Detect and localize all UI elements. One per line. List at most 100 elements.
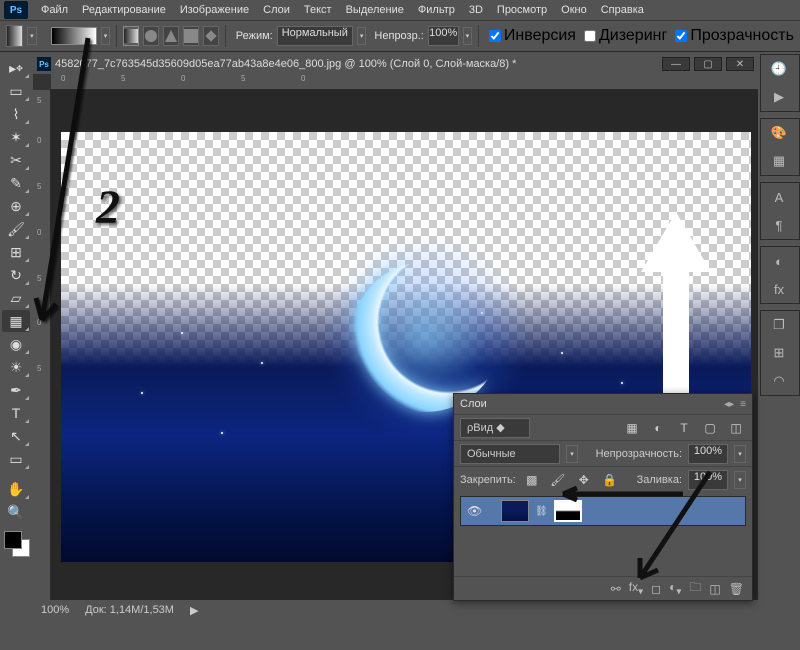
layer-opacity-input[interactable]: 100% (688, 444, 728, 464)
dock-channels-icon[interactable]: ⊞ (761, 339, 797, 367)
gradient-radial-button[interactable] (143, 26, 159, 46)
fill-input[interactable]: 100% (688, 470, 728, 490)
menu-type[interactable]: Текст (297, 2, 339, 18)
zoom-value[interactable]: 100% (41, 604, 69, 616)
status-play-icon[interactable]: ▶ (190, 604, 198, 617)
tool-stamp[interactable]: ⊞ (2, 241, 30, 263)
gradient-reflected-button[interactable] (183, 26, 199, 46)
lock-transparency-icon[interactable]: ▩ (522, 470, 542, 490)
menu-view[interactable]: Просмотр (490, 2, 554, 18)
tool-zoom[interactable]: 🔍 (2, 501, 30, 523)
tool-shape[interactable]: ▭ (2, 448, 30, 470)
filter-shape-icon[interactable]: ▢ (700, 418, 720, 438)
transparency-check[interactable]: Прозрачность (675, 27, 794, 45)
dock-actions-icon[interactable]: ▶ (761, 83, 797, 111)
tool-move[interactable]: ▸✥ (2, 57, 30, 79)
menu-file[interactable]: Файл (34, 2, 75, 18)
dock-char-icon[interactable]: A (761, 183, 797, 211)
menu-filter[interactable]: Фильтр (411, 2, 462, 18)
menu-image[interactable]: Изображение (173, 2, 256, 18)
blend-mode-dd[interactable] (357, 27, 367, 45)
add-mask-icon[interactable]: ◻ (651, 582, 661, 596)
color-swatches[interactable] (0, 529, 33, 569)
gradient-preview[interactable] (51, 27, 97, 45)
opacity-dd[interactable] (463, 27, 473, 45)
lock-all-icon[interactable]: 🔒 (600, 470, 620, 490)
ruler-vertical[interactable]: 5050505 (33, 90, 51, 600)
new-group-icon[interactable]: 🗀 (689, 578, 701, 599)
tool-lasso[interactable]: ⌇ (2, 103, 30, 125)
tool-path[interactable]: ↖ (2, 425, 30, 447)
dock-adjust-icon[interactable]: ◐ (761, 247, 797, 275)
dock-layers-icon[interactable]: ❐ (761, 311, 797, 339)
tool-dodge[interactable]: ☀ (2, 356, 30, 378)
adjustment-layer-icon[interactable]: ◐▾ (669, 580, 681, 597)
menu-layer[interactable]: Слои (256, 2, 297, 18)
new-layer-icon[interactable]: ◫ (709, 582, 720, 596)
lock-pixels-icon[interactable]: 🖌 (548, 470, 568, 490)
tool-history-brush[interactable]: ↻ (2, 264, 30, 286)
tool-pen[interactable]: ✒ (2, 379, 30, 401)
menu-edit[interactable]: Редактирование (75, 2, 173, 18)
minimize-button[interactable]: — (662, 57, 690, 71)
visibility-icon[interactable]: 👁 (467, 504, 481, 518)
delete-layer-icon[interactable]: 🗑 (729, 582, 744, 596)
maximize-button[interactable]: ▢ (694, 57, 722, 71)
menu-select[interactable]: Выделение (339, 2, 411, 18)
tool-gradient[interactable]: ▦ (2, 310, 30, 332)
dither-check[interactable]: Дизеринг (584, 27, 667, 45)
mask-link-icon[interactable]: ⛓ (535, 506, 548, 517)
tool-preset-dd[interactable] (27, 27, 37, 45)
gradient-diamond-button[interactable] (203, 26, 219, 46)
dock-history-icon[interactable]: 🕘 (761, 55, 797, 83)
blend-mode-select[interactable]: Обычные (460, 444, 560, 464)
fill-dd[interactable] (734, 471, 746, 489)
tool-eyedropper[interactable]: ✎ (2, 172, 30, 194)
fg-color-swatch[interactable] (4, 531, 22, 549)
tool-type[interactable]: T (2, 402, 30, 424)
layer-fx-icon[interactable]: fx▾ (629, 580, 643, 597)
layer-filter-kind[interactable]: ρ Вид ◆ (460, 418, 530, 438)
layer-opacity-dd[interactable] (734, 445, 746, 463)
menu-3d[interactable]: 3D (462, 2, 490, 18)
tool-preset[interactable] (6, 25, 23, 47)
blend-mode-select[interactable]: Нормальный (277, 26, 353, 46)
opacity-input[interactable]: 100% (428, 26, 459, 46)
dock-paths-icon[interactable]: ◠ (761, 367, 797, 395)
lock-position-icon[interactable]: ✥ (574, 470, 594, 490)
layers-collapse-icon[interactable]: ◂▸ (724, 399, 734, 410)
filter-pixel-icon[interactable]: ▦ (622, 418, 642, 438)
tool-blur[interactable]: ◉ (2, 333, 30, 355)
document-titlebar[interactable]: Ps 4582077_7c763545d35609d05ea77ab43a8e4… (33, 54, 758, 74)
gradient-linear-button[interactable] (123, 26, 139, 46)
dock-swatches-icon[interactable]: ▦ (761, 147, 797, 175)
tool-eraser[interactable]: ▱ (2, 287, 30, 309)
menubar: Ps Файл Редактирование Изображение Слои … (0, 0, 800, 20)
layer-thumbnail[interactable] (501, 500, 529, 522)
link-layers-icon[interactable]: ⚯ (611, 582, 621, 596)
layer-item[interactable]: 👁 ⛓ (461, 497, 745, 525)
tool-marquee[interactable]: ▭ (2, 80, 30, 102)
layers-menu-icon[interactable]: ≡ (740, 399, 746, 410)
dock-styles-icon[interactable]: fx (761, 275, 797, 303)
menu-help[interactable]: Справка (594, 2, 651, 18)
tool-heal[interactable]: ⊕ (2, 195, 30, 217)
reverse-check[interactable]: Инверсия (489, 27, 576, 45)
gradient-picker-dd[interactable] (101, 27, 111, 45)
gradient-angle-button[interactable] (163, 26, 179, 46)
ruler-horizontal[interactable]: 05050 (51, 74, 758, 90)
dock-color-icon[interactable]: 🎨 (761, 119, 797, 147)
filter-type-icon[interactable]: T (674, 418, 694, 438)
filter-adjust-icon[interactable]: ◐ (648, 418, 668, 438)
blend-mode-dd[interactable] (566, 445, 578, 463)
tool-hand[interactable]: ✋ (2, 478, 30, 500)
filter-smart-icon[interactable]: ◫ (726, 418, 746, 438)
mask-thumbnail[interactable] (554, 500, 582, 522)
close-button[interactable]: ✕ (726, 57, 754, 71)
layers-panel[interactable]: Слои ◂▸≡ ρ Вид ◆ ▦ ◐ T ▢ ◫ Обычные Непро… (453, 393, 753, 601)
tool-wand[interactable]: ✶ (2, 126, 30, 148)
dock-para-icon[interactable]: ¶ (761, 211, 797, 239)
tool-brush[interactable]: 🖌 (2, 218, 30, 240)
menu-window[interactable]: Окно (554, 2, 594, 18)
tool-crop[interactable]: ✂ (2, 149, 30, 171)
